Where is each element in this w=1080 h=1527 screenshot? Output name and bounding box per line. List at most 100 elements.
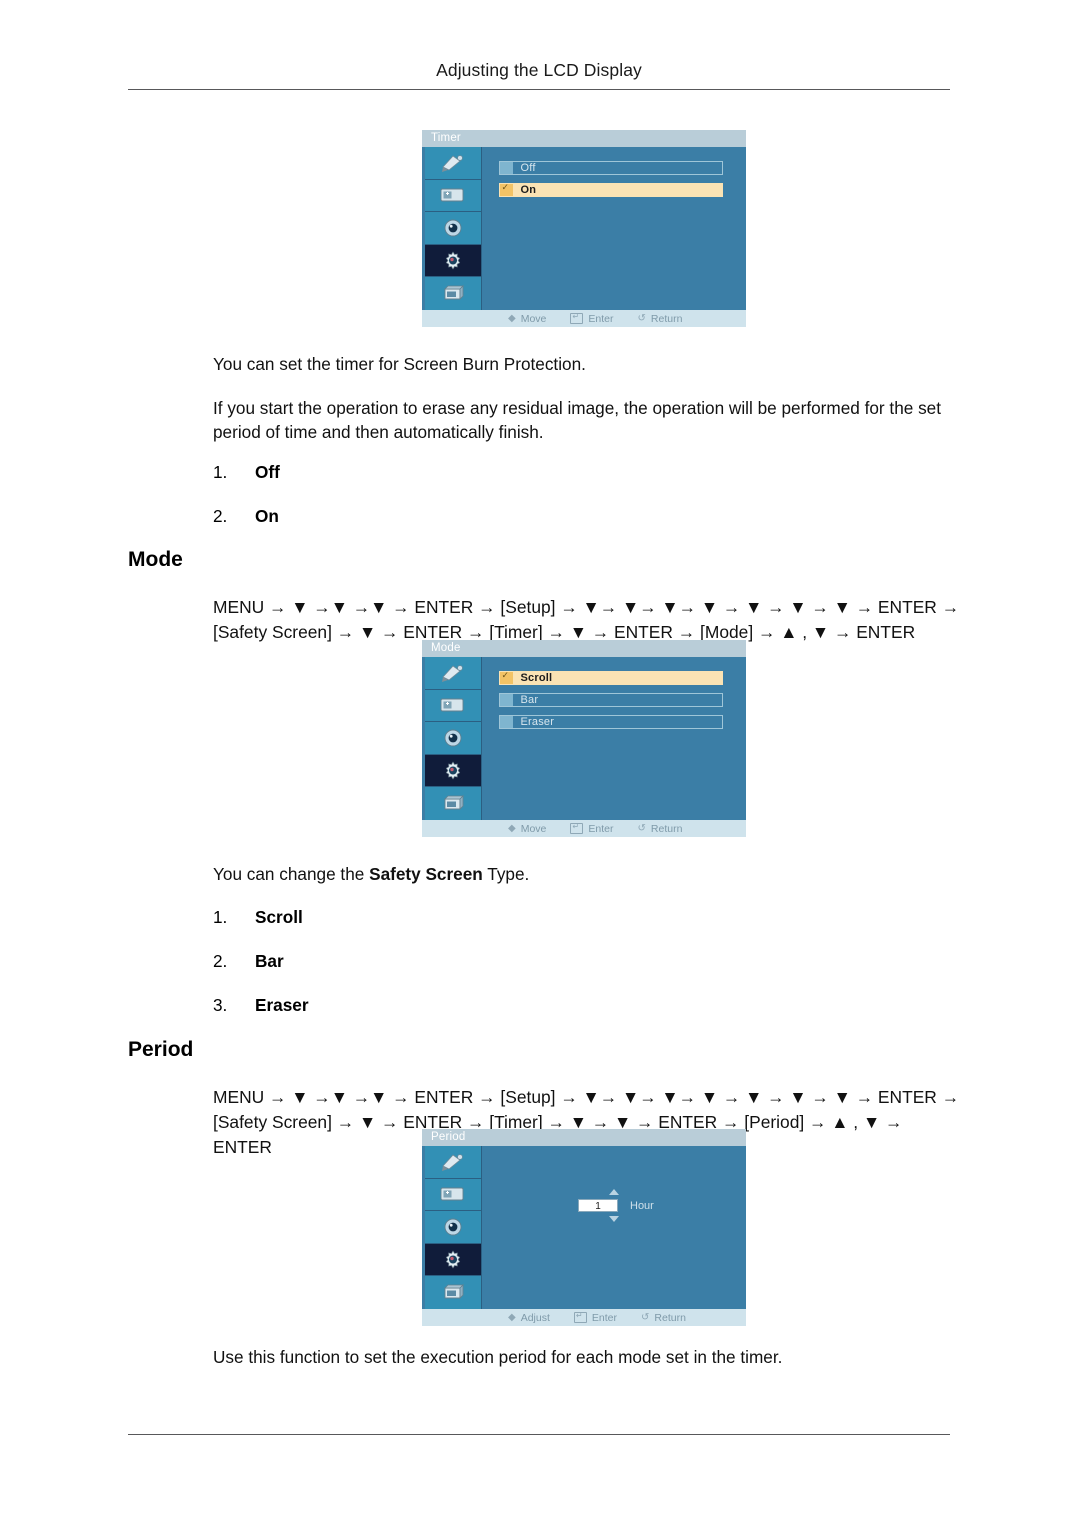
running-header: Adjusting the LCD Display: [436, 60, 642, 80]
status-move: ◆ Move: [508, 313, 546, 325]
picture-brush-icon[interactable]: [425, 1146, 481, 1179]
list-number: 1.: [213, 907, 228, 927]
status-enter: Enter: [573, 1311, 617, 1324]
sound-icon[interactable]: [425, 722, 481, 755]
multi-control-icon[interactable]: [425, 277, 481, 310]
picture-brush-icon[interactable]: [425, 657, 481, 690]
header-rule: [128, 89, 950, 90]
sound-icon[interactable]: [425, 212, 481, 245]
osd-option-label: Eraser: [520, 716, 555, 728]
osd-body-mode: Scroll Bar Eraser: [422, 657, 746, 820]
osd-option-row[interactable]: Bar: [499, 693, 723, 707]
checkmark-icon: [499, 670, 513, 684]
list-number: 3.: [213, 995, 228, 1015]
osd-option-label: Bar: [520, 694, 539, 706]
osd-sidebar: [425, 1146, 482, 1309]
nav-path-line-2: Screen] → ▼ → ENTER → [Timer] → ▼ → ENTE…: [271, 622, 916, 642]
status-move: ◆ Move: [508, 823, 546, 835]
enter-key-icon: [570, 312, 584, 324]
multi-control-icon[interactable]: [425, 787, 481, 820]
status-label: Return: [650, 312, 683, 325]
osd-status-bar: ◆ Move Enter ↺ Return: [422, 820, 746, 837]
enter-key-icon: [570, 822, 584, 834]
enter-key-icon: [573, 1311, 587, 1323]
heading-period: Period: [128, 1038, 194, 1061]
option-marker-icon: [499, 716, 513, 728]
status-return: ↺ Return: [638, 823, 683, 835]
period-stepper[interactable]: 1 Hour: [578, 1189, 708, 1222]
return-arrow-icon: ↺: [641, 1311, 650, 1323]
list-number: 1.: [213, 462, 228, 482]
list-number: 2.: [213, 951, 228, 971]
screen-adjust-icon[interactable]: [425, 179, 481, 213]
setup-gear-icon[interactable]: [425, 1243, 481, 1277]
status-adjust: ◆ Adjust: [508, 1312, 550, 1324]
osd-status-bar: ◆ Move Enter ↺ Return: [422, 310, 746, 327]
mode-description-bold: Safety Screen: [369, 864, 483, 884]
osd-screenshot-mode: Mode ✓ Scroll Bar Eraser ◆ Move ↵ Enter …: [422, 640, 746, 837]
osd-screenshot-timer: Timer Off ✓ On ◆ Move ↵ Enter ↺ Return: [422, 130, 746, 327]
osd-body-timer: Off On: [422, 147, 746, 310]
mode-description: You can change the Safety Screen Type.: [213, 862, 913, 886]
screen-adjust-icon[interactable]: [425, 689, 481, 723]
footer-rule: [128, 1434, 950, 1435]
osd-status-bar: ◆ Adjust Enter ↺ Return: [422, 1309, 746, 1326]
period-unit-label: Hour: [630, 1199, 654, 1212]
option-marker-icon: [499, 162, 513, 174]
list-text: Eraser: [255, 995, 309, 1015]
setup-gear-icon[interactable]: [425, 244, 481, 278]
status-enter: Enter: [570, 822, 614, 835]
return-arrow-icon: ↺: [637, 822, 646, 834]
status-return: ↺ Return: [641, 1312, 686, 1324]
osd-option-row[interactable]: Off: [499, 161, 723, 175]
osd-option-label: Scroll: [520, 672, 553, 684]
updown-arrow-icon: ◆: [508, 822, 516, 834]
osd-screenshot-period: Period 1 Hour ◆ Adjust ↵ Enter ↺ Return: [422, 1129, 746, 1326]
status-label: Enter: [588, 312, 614, 325]
status-label: Adjust: [520, 1311, 550, 1324]
timer-description-1: You can set the timer for Screen Burn Pr…: [213, 354, 586, 374]
status-label: Return: [650, 822, 683, 835]
picture-brush-icon[interactable]: [425, 147, 481, 180]
osd-title-period: Period: [422, 1129, 746, 1146]
list-text: Scroll: [255, 907, 303, 927]
mode-description-post: Type.: [482, 864, 530, 884]
return-arrow-icon: ↺: [637, 312, 646, 324]
triangle-up-icon[interactable]: [609, 1189, 619, 1195]
osd-option-row[interactable]: On: [499, 182, 723, 197]
osd-option-row[interactable]: Eraser: [499, 715, 723, 729]
osd-option-list-mode: Scroll Bar Eraser: [482, 657, 746, 820]
document-page: Adjusting the LCD Display Timer Off ✓ On…: [0, 0, 1080, 1527]
triangle-down-icon[interactable]: [609, 1216, 619, 1222]
heading-mode: Mode: [128, 548, 183, 571]
period-value[interactable]: 1: [578, 1199, 618, 1212]
osd-sidebar: [425, 657, 482, 820]
status-return: ↺ Return: [638, 313, 683, 325]
status-enter: Enter: [570, 312, 614, 325]
status-label: Enter: [591, 1311, 617, 1324]
setup-gear-icon[interactable]: [425, 754, 481, 788]
nav-path-mode: MENU → ▼ →▼ →▼ → ENTER → [Setup] → ▼→ ▼→…: [213, 595, 965, 645]
osd-option-label: On: [520, 184, 537, 196]
status-label: Enter: [588, 822, 614, 835]
osd-title-mode: Mode: [422, 640, 746, 657]
period-description: Use this function to set the execution p…: [213, 1347, 783, 1367]
mode-description-pre: You can change the: [213, 864, 370, 884]
list-number: 2.: [213, 506, 228, 526]
timer-description-2: If you start the operation to erase any …: [213, 398, 942, 442]
option-marker-icon: [499, 694, 513, 706]
status-label: Move: [520, 312, 547, 325]
osd-body-period: 1 Hour: [422, 1146, 746, 1309]
screen-adjust-icon[interactable]: [425, 1178, 481, 1212]
osd-option-label: Off: [520, 162, 536, 174]
multi-control-icon[interactable]: [425, 1276, 481, 1309]
osd-option-row[interactable]: Scroll: [499, 670, 723, 685]
sound-icon[interactable]: [425, 1211, 481, 1244]
checkmark-icon: [499, 182, 513, 196]
osd-title-timer: Timer: [422, 130, 746, 147]
list-text: Bar: [255, 951, 284, 971]
osd-sidebar: [425, 147, 482, 310]
osd-period-spinner-area: 1 Hour: [482, 1146, 746, 1309]
status-label: Move: [520, 822, 547, 835]
updown-arrow-icon: ◆: [508, 1311, 516, 1323]
